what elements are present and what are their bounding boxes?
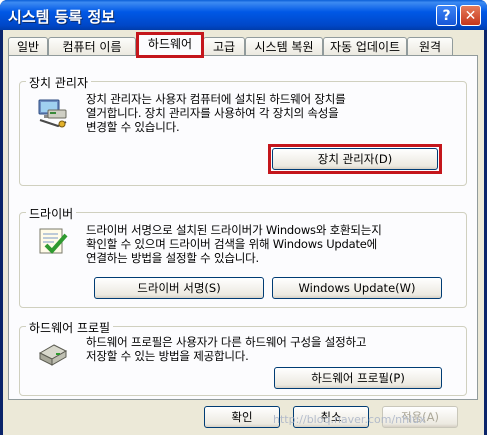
tab-system-restore[interactable]: 시스템 복원 xyxy=(245,37,323,55)
help-button[interactable]: ? xyxy=(436,5,457,26)
tab-automatic-updates[interactable]: 자동 업데이트 xyxy=(323,37,407,55)
tab-highlight-box xyxy=(136,32,204,58)
drivers-description: 드라이버 서명으로 설치된 드라이버가 Windows와 호환되는지 확인할 수… xyxy=(86,223,382,265)
tab-remote[interactable]: 원격 xyxy=(407,37,453,55)
drivers-title: 드라이버 xyxy=(26,205,77,222)
ok-button[interactable]: 확인 xyxy=(204,406,280,428)
device-manager-description: 장치 관리자는 사용자 컴퓨터에 설치된 하드웨어 장치를 열거합니다. 장치 … xyxy=(86,92,346,134)
hardware-tab-panel: 장치 관리자 장치 관리자는 사용자 컴퓨터에 설치된 하드웨어 장치를 열거합… xyxy=(8,55,478,400)
driver-signing-icon xyxy=(39,228,68,254)
driver-signing-button[interactable]: 드라이버 서명(S) xyxy=(94,277,264,299)
tab-advanced[interactable]: 고급 xyxy=(203,37,245,55)
windows-update-button[interactable]: Windows Update(W) xyxy=(272,277,442,299)
hardware-profiles-group: 하드웨어 프로필 하드웨어 프로필은 사용자가 다른 하드웨어 구성을 설정하고… xyxy=(19,319,467,396)
drivers-group: 드라이버 드라이버 서명으로 설치된 드라이버가 Windows와 호환되는지 … xyxy=(19,205,467,308)
hardware-profiles-title: 하드웨어 프로필 xyxy=(26,319,114,336)
system-properties-window: 시스템 등록 정보 ? ✕ 일반 컴퓨터 이름 하드웨어 고급 시스템 복원 자… xyxy=(0,0,487,435)
dialog-client: 일반 컴퓨터 이름 하드웨어 고급 시스템 복원 자동 업데이트 원격 장치 관… xyxy=(3,30,484,435)
hardware-profiles-button[interactable]: 하드웨어 프로필(P) xyxy=(274,367,442,389)
hardware-profiles-description: 하드웨어 프로필은 사용자가 다른 하드웨어 구성을 설정하고 저장할 수 있는… xyxy=(86,335,367,363)
device-manager-icon xyxy=(38,99,67,128)
tab-computer-name[interactable]: 컴퓨터 이름 xyxy=(48,37,136,55)
hardware-profile-icon xyxy=(38,344,68,366)
close-button[interactable]: ✕ xyxy=(460,5,481,26)
title-bar[interactable]: 시스템 등록 정보 ? ✕ xyxy=(0,0,487,30)
tab-general[interactable]: 일반 xyxy=(8,37,48,55)
device-manager-button-highlight xyxy=(268,144,442,174)
window-title: 시스템 등록 정보 xyxy=(8,8,116,26)
device-manager-title: 장치 관리자 xyxy=(26,74,92,91)
device-manager-group: 장치 관리자 장치 관리자는 사용자 컴퓨터에 설치된 하드웨어 장치를 열거합… xyxy=(19,74,467,186)
watermark-text: http://bloq.naver.com/nhlux xyxy=(273,413,426,426)
